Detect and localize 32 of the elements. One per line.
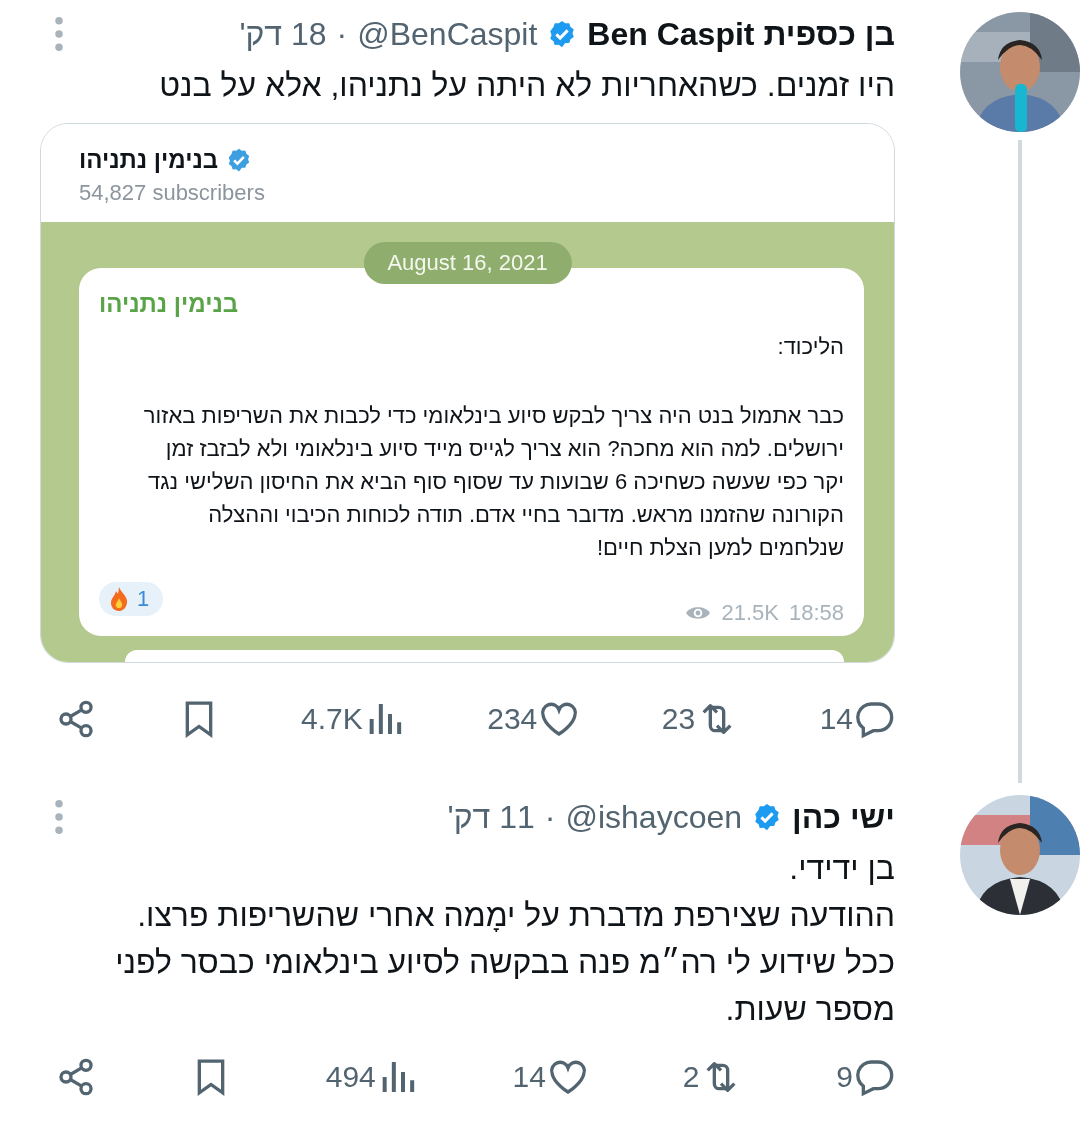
author-handle[interactable]: @ishaycoen xyxy=(565,798,743,836)
reaction-count: 1 xyxy=(137,586,150,612)
reply-button[interactable]: 14 xyxy=(819,699,895,739)
post-time[interactable]: 18 דק' xyxy=(239,15,327,53)
channel-name: בנימין נתניהו xyxy=(79,146,219,174)
message-text: כבר אתמול בנט היה צריך לבקש סיוע בינלאומי כדי לכבות את השריפות באזור ירושלים. למה הוא מחכה? הוא צריך לגייס מייד סיוע בינלאומי ולא לבזבז זמן יקר כפי שעשה כשחיכה 6 שבועות עד שסוף סוף הביא את החיסון השלישי נגד הקורונה שהזמנו מראש. מדובר בחיי אדם. תודה לכוחות הכיבוי וההצלה שנלחמים למען הצלת חיים! xyxy=(142,402,844,562)
reply-icon xyxy=(855,1057,895,1097)
author-handle[interactable]: @BenCaspit xyxy=(357,15,538,53)
message-author: בנימין נתניהו xyxy=(99,290,240,318)
post-time[interactable]: 11 דק' xyxy=(447,798,535,836)
tweet-text: בן ידידי. ההודעה שצירפת מדברת על ימָמה אחרי שהשריפות פרצו. ככל שידוע לי רה״מ פנה בבקשה לסיוע בינלאומי כבסר לפני מספר שעות. xyxy=(114,849,895,1029)
reply-icon xyxy=(855,699,895,739)
reply-button[interactable]: 9 xyxy=(836,1057,895,1097)
eye-icon xyxy=(685,604,712,622)
subscriber-count: 54,827 subscribers xyxy=(79,180,266,206)
message-text: הליכוד: xyxy=(776,333,844,361)
author-name[interactable]: ישי כהן xyxy=(792,798,895,836)
like-button[interactable]: 234 xyxy=(487,699,580,739)
view-count: 21.5K xyxy=(721,600,779,626)
tweet-text: היו זמנים. כשהאחריות לא היתה על נתניהו, אלא על בנט xyxy=(158,66,895,105)
message-time: 18:58 xyxy=(788,600,844,626)
author-name[interactable]: בן כספית Ben Caspit xyxy=(587,15,895,53)
flame-icon xyxy=(109,586,129,612)
views-button[interactable]: 4.7K xyxy=(301,699,405,739)
repost-button[interactable]: 23 xyxy=(661,699,738,739)
repost-button[interactable]: 2 xyxy=(682,1057,742,1097)
date-pill: August 16, 2021 xyxy=(363,242,572,284)
separator-dot: · xyxy=(336,15,348,53)
reaction-chip[interactable]: 1 xyxy=(99,582,164,616)
views-button[interactable]: 494 xyxy=(325,1057,418,1097)
separator-dot: · xyxy=(544,798,556,836)
like-button[interactable]: 14 xyxy=(512,1057,588,1097)
